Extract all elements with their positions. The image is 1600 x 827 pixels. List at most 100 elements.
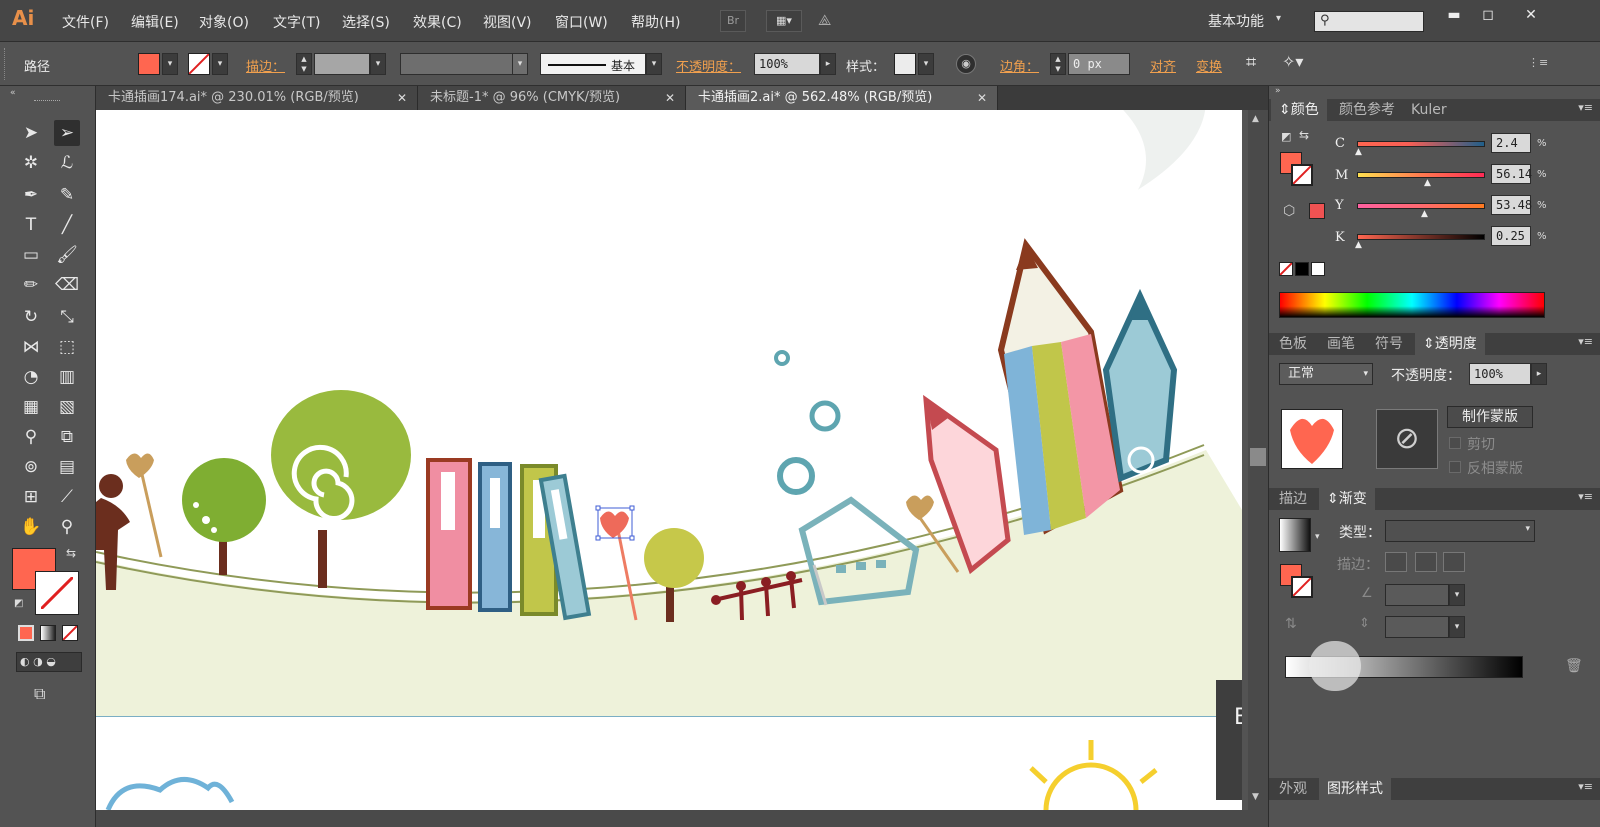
trash-icon[interactable]: 🗑: [1565, 658, 1583, 674]
color-spectrum-bar[interactable]: [1279, 292, 1545, 318]
scroll-down-icon[interactable]: ▼: [1252, 792, 1259, 802]
menu-window[interactable]: 窗口(W): [555, 12, 608, 32]
profile-dropdown[interactable]: ▾: [512, 53, 528, 75]
collapse-dock-icon[interactable]: »: [1275, 86, 1281, 96]
gradient-preview-swatch[interactable]: [1279, 518, 1311, 552]
lasso-tool-icon[interactable]: ℒ: [54, 150, 80, 176]
opacity-slider-button[interactable]: ▸: [820, 53, 836, 75]
gpu-performance-icon[interactable]: ⟁: [818, 11, 831, 29]
menu-object[interactable]: 对象(O): [199, 12, 249, 32]
corner-stepper[interactable]: ▲ ▼: [1050, 53, 1066, 75]
tab-symbols[interactable]: 符号: [1367, 333, 1411, 355]
graphic-style-swatch[interactable]: [894, 53, 916, 75]
gradient-stroke-swatch[interactable]: [1291, 576, 1313, 598]
panel-menu-icon[interactable]: ▾≡: [1578, 780, 1593, 793]
help-search-input[interactable]: ⚲: [1314, 11, 1424, 32]
pencil-tool-icon[interactable]: ✏: [18, 272, 44, 298]
artboard-tool-icon[interactable]: ⊞: [18, 484, 44, 510]
scale-tool-icon[interactable]: ⤡: [54, 304, 80, 330]
tab-graphic-styles[interactable]: 图形样式: [1319, 778, 1391, 800]
angle-dropdown[interactable]: ▾: [1449, 584, 1465, 606]
direct-selection-tool-icon[interactable]: ➢: [54, 120, 80, 146]
stroke-weight-dropdown[interactable]: ▾: [370, 53, 386, 75]
menu-help[interactable]: 帮助(H): [631, 12, 680, 32]
paintbrush-tool-icon[interactable]: 🖌: [54, 242, 80, 268]
default-colors-icon[interactable]: ◩: [14, 598, 23, 609]
stroke-weight-stepper[interactable]: ▲ ▼: [296, 53, 312, 75]
eraser-tool-icon[interactable]: ⌫: [54, 272, 80, 298]
width-tool-icon[interactable]: ⋈: [18, 334, 44, 360]
isolate-object-icon[interactable]: ⌗: [1246, 52, 1256, 73]
tab-document-3[interactable]: 卡通插画2.ai* @ 562.48% (RGB/预览) ✕: [686, 86, 998, 110]
opacity-field[interactable]: 100%: [754, 53, 820, 75]
close-button[interactable]: ✕: [1513, 4, 1549, 26]
tab-gradient[interactable]: ⇕渐变: [1319, 488, 1375, 510]
scrollbar-thumb[interactable]: [1250, 448, 1266, 466]
menu-file[interactable]: 文件(F): [62, 12, 109, 32]
magic-wand-tool-icon[interactable]: ✲: [18, 150, 44, 176]
object-thumbnail[interactable]: [1281, 409, 1343, 469]
aspect-dropdown[interactable]: ▾: [1449, 616, 1465, 638]
stroke-panel-link[interactable]: 描边：: [246, 56, 285, 75]
tab-brushes[interactable]: 画笔: [1319, 333, 1363, 355]
panel-opacity-slider-button[interactable]: ▸: [1531, 363, 1547, 385]
gradient-mode-button[interactable]: [40, 625, 56, 641]
vertical-scrollbar[interactable]: ▲ ▼: [1248, 110, 1268, 810]
menu-edit[interactable]: 编辑(E): [131, 12, 179, 32]
swap-colors-icon[interactable]: ⇆: [66, 546, 76, 560]
brush-definition-field[interactable]: 基本: [540, 53, 646, 75]
grip-handle[interactable]: [4, 48, 8, 80]
none-mode-button[interactable]: [62, 625, 78, 641]
panel-menu-icon[interactable]: ⋮≡: [1528, 56, 1548, 69]
free-transform-tool-icon[interactable]: ⬚: [54, 334, 80, 360]
horizontal-scrollbar[interactable]: [96, 810, 1268, 827]
tab-swatches[interactable]: 色板: [1271, 333, 1315, 355]
corner-link[interactable]: 边角：: [1000, 56, 1039, 75]
clip-checkbox[interactable]: [1449, 437, 1461, 449]
graphic-style-dropdown[interactable]: ▾: [918, 53, 934, 75]
gamut-swatch[interactable]: [1309, 203, 1325, 219]
recolor-artwork-icon[interactable]: ◉: [956, 54, 976, 74]
opacity-link[interactable]: 不透明度：: [676, 56, 741, 75]
menu-type[interactable]: 文字(T): [273, 12, 320, 32]
color-panel-stroke[interactable]: [1291, 164, 1313, 186]
drawing-modes-group[interactable]: ◐ ◑ ◒: [16, 652, 82, 672]
workspace-switcher[interactable]: 基本功能: [1208, 11, 1264, 31]
symbol-sprayer-tool-icon[interactable]: ⊚: [18, 454, 44, 480]
channel-m-slider[interactable]: [1357, 172, 1485, 178]
menu-view[interactable]: 视图(V): [483, 12, 532, 32]
tab-appearance[interactable]: 外观: [1271, 778, 1315, 800]
brush-dropdown[interactable]: ▾: [646, 53, 662, 75]
default-fill-stroke-icon[interactable]: ◩: [1281, 130, 1291, 143]
selection-tool-icon[interactable]: ➤: [18, 120, 44, 146]
invert-mask-checkbox[interactable]: [1449, 461, 1461, 473]
tab-color-guide[interactable]: 颜色参考: [1331, 99, 1403, 121]
arrange-documents-icon[interactable]: ▦▾: [766, 10, 802, 32]
fill-dropdown[interactable]: ▾: [162, 53, 178, 75]
fill-swatch[interactable]: [138, 53, 160, 75]
maximize-button[interactable]: ◻: [1470, 4, 1506, 26]
make-mask-button[interactable]: 制作蒙版: [1447, 406, 1533, 428]
type-tool-icon[interactable]: T: [18, 212, 44, 238]
mesh-tool-icon[interactable]: ▦: [18, 394, 44, 420]
stroke-dropdown[interactable]: ▾: [212, 53, 228, 75]
none-color-swatch[interactable]: [1279, 262, 1293, 276]
hand-tool-icon[interactable]: ✋: [18, 514, 44, 540]
close-icon[interactable]: ✕: [397, 86, 407, 110]
pen-tool-icon[interactable]: ✒: [18, 182, 44, 208]
channel-k-slider[interactable]: [1357, 234, 1485, 240]
graph-tool-icon[interactable]: ▥: [54, 364, 80, 390]
puppet-warp-icon[interactable]: ✧▾: [1282, 52, 1303, 71]
stroke-across-button[interactable]: [1443, 552, 1465, 572]
channel-m-thumb[interactable]: ▲: [1424, 178, 1431, 188]
gradient-aspect-field[interactable]: [1385, 616, 1449, 638]
transform-link[interactable]: 变换: [1196, 56, 1222, 75]
black-swatch[interactable]: [1295, 262, 1309, 276]
menu-select[interactable]: 选择(S): [342, 12, 390, 32]
menu-effect[interactable]: 效果(C): [413, 12, 462, 32]
scroll-up-icon[interactable]: ▲: [1252, 114, 1259, 124]
blend-tool-icon[interactable]: ⧉: [54, 424, 80, 450]
toolbox-grip[interactable]: [34, 100, 60, 103]
stroke-along-button[interactable]: [1415, 552, 1437, 572]
white-swatch[interactable]: [1311, 262, 1325, 276]
